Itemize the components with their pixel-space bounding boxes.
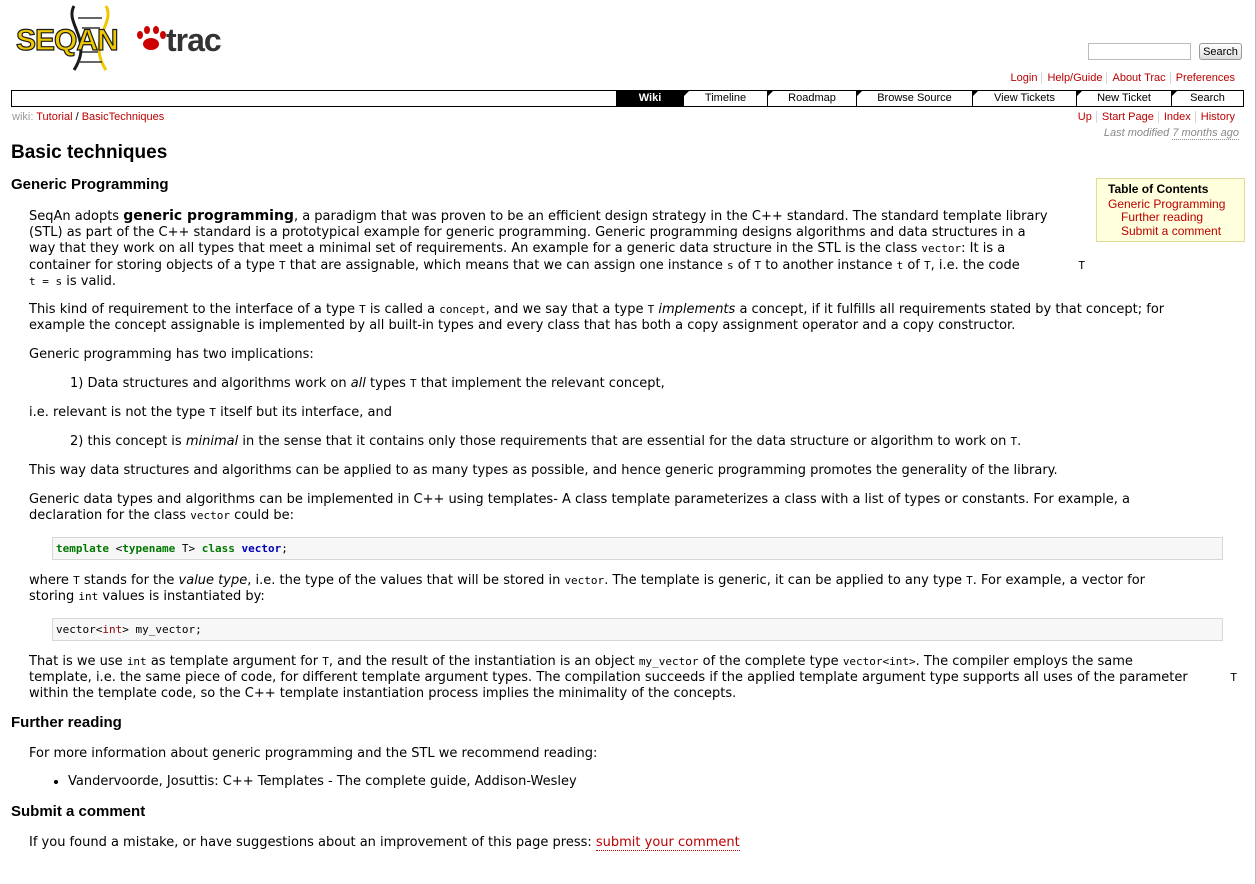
table-of-contents: Table of Contents Generic Programming Fu… xyxy=(1096,178,1245,242)
implication-2: 2) this concept is minimal in the sense … xyxy=(70,434,1022,449)
heading-further-reading: Further reading xyxy=(11,714,122,731)
implication-1: 1) Data structures and algorithms work o… xyxy=(70,376,665,391)
paragraph-relevant: i.e. relevant is not the type T itself b… xyxy=(29,405,392,420)
tab-view-tickets[interactable]: View Tickets xyxy=(972,91,1076,106)
tab-browse-source[interactable]: Browse Source xyxy=(856,91,972,106)
start-page-link[interactable]: Start Page xyxy=(1095,111,1158,123)
toc-title: Table of Contents xyxy=(1108,182,1209,196)
breadcrumb-prefix: wiki: xyxy=(12,111,34,123)
last-modified-age-link[interactable]: 7 months ago xyxy=(1172,127,1239,140)
svg-text:SEQAN: SEQAN xyxy=(16,24,118,57)
breadcrumb: wiki: Tutorial / BasicTechniques xyxy=(12,111,164,123)
code-block-template: template <typename T> class vector; xyxy=(52,537,1223,560)
paragraph-generality: This way data structures and algorithms … xyxy=(29,463,1058,478)
svg-text:trac: trac xyxy=(166,22,221,58)
toc-item-generic-programming[interactable]: Generic Programming xyxy=(1108,197,1233,212)
last-modified-label: Last modified xyxy=(1103,127,1170,139)
reference-list: Vandervoorde, Josuttis: C++ Templates - … xyxy=(50,774,577,789)
tab-new-ticket[interactable]: New Ticket xyxy=(1076,91,1171,106)
breadcrumb-basictechniques[interactable]: BasicTechniques xyxy=(82,111,165,123)
tab-timeline[interactable]: Timeline xyxy=(683,91,767,106)
preferences-link[interactable]: Preferences xyxy=(1169,72,1239,84)
page-title: Basic techniques xyxy=(11,142,168,163)
search-button[interactable]: Search xyxy=(1199,43,1242,60)
context-navigation: Up Start Page Index History xyxy=(1073,111,1239,123)
meta-navigation: Login Help/Guide About Trac Preferences xyxy=(1006,72,1239,84)
submit-comment-link[interactable]: submit your comment xyxy=(595,835,740,851)
paragraph-submit: If you found a mistake, or have suggesti… xyxy=(29,835,740,851)
tab-roadmap[interactable]: Roadmap xyxy=(767,91,856,106)
paragraph-instantiation: That is we use int as template argument … xyxy=(29,654,1237,702)
index-link[interactable]: Index xyxy=(1157,111,1195,123)
history-link[interactable]: History xyxy=(1194,111,1239,123)
paragraph-implications: Generic programming has two implications… xyxy=(29,347,314,362)
last-modified: Last modified 7 months ago xyxy=(1103,127,1239,140)
toc-item-further-reading[interactable]: Further reading xyxy=(1108,210,1233,225)
breadcrumb-separator: / xyxy=(75,111,79,123)
heading-submit-comment: Submit a comment xyxy=(11,803,146,820)
up-link[interactable]: Up xyxy=(1073,111,1096,123)
paragraph-intro: SeqAn adopts generic programming, a para… xyxy=(29,208,1085,289)
code-block-instantiation: vector<int> my_vector; xyxy=(52,618,1223,641)
about-trac-link[interactable]: About Trac xyxy=(1106,72,1170,84)
login-link[interactable]: Login xyxy=(1006,72,1042,84)
paragraph-concept: This kind of requirement to the interfac… xyxy=(29,302,1165,334)
paragraph-further-info: For more information about generic progr… xyxy=(29,746,598,761)
main-navigation: Wiki Timeline Roadmap Browse Source View… xyxy=(11,90,1244,107)
tab-search[interactable]: Search xyxy=(1171,91,1243,106)
breadcrumb-tutorial[interactable]: Tutorial xyxy=(36,111,72,123)
list-item: Vandervoorde, Josuttis: C++ Templates - … xyxy=(68,774,577,789)
paragraph-templates: Generic data types and algorithms can be… xyxy=(29,492,1131,524)
heading-generic-programming: Generic Programming xyxy=(11,176,169,193)
toc-item-submit-comment[interactable]: Submit a comment xyxy=(1108,224,1233,239)
tab-wiki[interactable]: Wiki xyxy=(616,91,683,106)
help-guide-link[interactable]: Help/Guide xyxy=(1041,72,1107,84)
paragraph-value-type: where T stands for the value type, i.e. … xyxy=(29,573,1146,605)
search-input[interactable] xyxy=(1088,43,1191,60)
seqan-trac-logo[interactable]: SEQAN trac xyxy=(16,4,226,72)
